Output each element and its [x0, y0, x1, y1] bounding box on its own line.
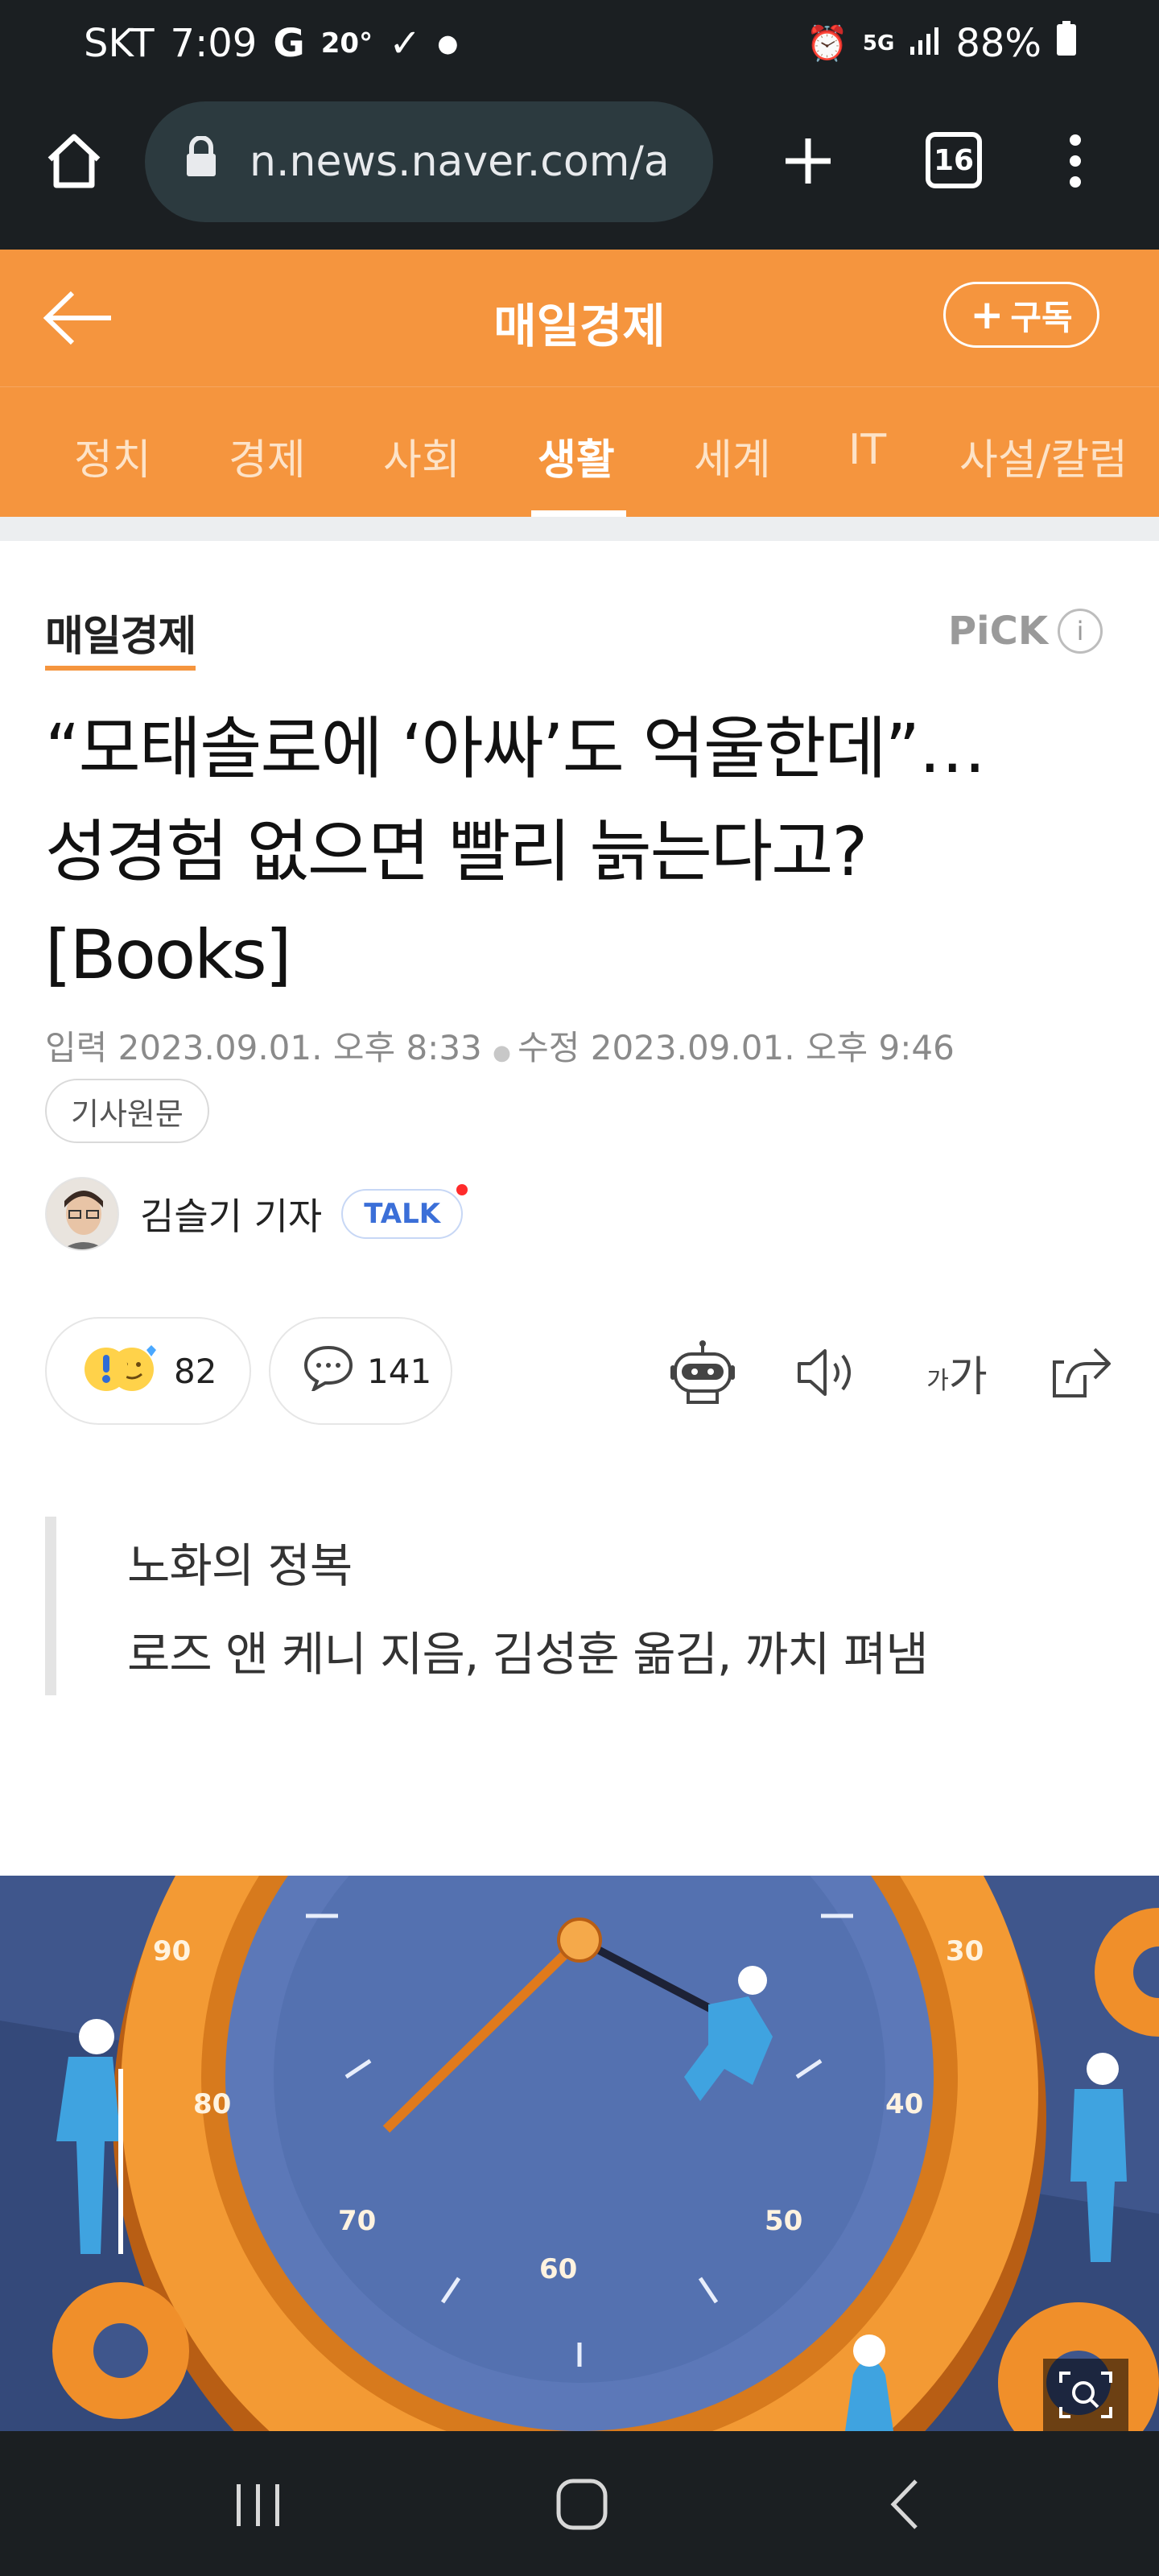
battery-icon	[1056, 21, 1077, 66]
clock: 7:09	[170, 21, 258, 66]
new-tab-icon[interactable]	[776, 129, 840, 193]
tab-life[interactable]: 생활	[538, 426, 615, 486]
dial-label: 50	[765, 2205, 802, 2237]
article-illustration[interactable]: 90 80 70 60 50 40 30	[0, 1876, 1159, 2431]
alarm-icon: ⏰	[806, 23, 848, 63]
press-header: 매일경제 + 구독	[0, 250, 1159, 386]
robot-summary-icon[interactable]	[666, 1336, 739, 1409]
headline-line: 성경험 없으면 빨리 늙는다고?	[45, 812, 868, 891]
published-label: 입력	[45, 1028, 108, 1067]
network-type: 5G	[862, 31, 895, 56]
reporter-avatar[interactable]	[45, 1177, 119, 1251]
back-button-icon[interactable]	[885, 2476, 926, 2533]
info-icon[interactable]: i	[1058, 609, 1103, 654]
temperature: 20°	[320, 27, 373, 60]
article-headline: “모태솔로에 ‘아싸’도 억울한데”… 성경험 없으면 빨리 늙는다고? [Bo…	[45, 697, 1124, 1006]
headline-line: [Books]	[45, 915, 291, 994]
reporter-name[interactable]: 김슬기 기자	[140, 1187, 322, 1241]
subscribe-button[interactable]: + 구독	[943, 282, 1099, 348]
tab-society[interactable]: 사회	[383, 426, 460, 486]
browser-toolbar: n.news.naver.com/a 16	[0, 97, 1159, 250]
font-size-button[interactable]: 가 가	[913, 1336, 1001, 1409]
dial-label: 90	[153, 1935, 191, 1967]
tab-switcher-button[interactable]: 16	[926, 132, 982, 188]
original-article-button[interactable]: 기사원문	[45, 1079, 209, 1143]
modified-date: 2023.09.01. 오후 9:46	[590, 1028, 955, 1067]
lock-icon	[185, 134, 217, 188]
tab-politics[interactable]: 정치	[74, 426, 151, 486]
url-text: n.news.naver.com/a	[250, 138, 670, 186]
book-title: 노화의 정복	[127, 1538, 353, 1593]
talk-button[interactable]: TALK	[341, 1184, 468, 1239]
carrier: SKT	[84, 21, 155, 66]
tab-count: 16	[933, 143, 975, 177]
share-icon[interactable]	[1045, 1336, 1117, 1409]
comment-icon	[303, 1343, 354, 1399]
dial-label: 80	[193, 2088, 231, 2120]
book-info-quote: 노화의 정복 로즈 앤 케니 지음, 김성훈 옮김, 까치 펴냄	[45, 1517, 1107, 1695]
pick-badge[interactable]: PiCK i	[948, 609, 1103, 654]
modified-label: 수정	[518, 1028, 580, 1067]
comment-count: 141	[367, 1351, 432, 1391]
tab-economy[interactable]: 경제	[229, 426, 306, 486]
status-bar: SKT 7:09 G 20° ✓ ● ⏰ 5G 88%	[0, 0, 1159, 97]
speaker-icon[interactable]	[790, 1336, 863, 1409]
google-icon: G	[273, 21, 305, 66]
tab-world[interactable]: 세계	[694, 426, 771, 486]
separator-dot: ●	[493, 1041, 518, 1065]
talk-label: TALK	[364, 1198, 441, 1230]
address-bar[interactable]: n.news.naver.com/a	[145, 101, 713, 222]
signal-icon	[909, 21, 941, 66]
book-credits: 로즈 앤 케니 지음, 김성훈 옮김, 까치 펴냄	[127, 1627, 929, 1682]
image-zoom-icon[interactable]	[1043, 2359, 1128, 2431]
tab-it[interactable]: IT	[848, 426, 886, 474]
home-icon[interactable]	[42, 129, 106, 193]
reaction-emoji-icon	[82, 1339, 159, 1403]
reaction-button[interactable]: 82	[45, 1317, 251, 1425]
plus-icon: +	[970, 291, 1004, 338]
reaction-count: 82	[174, 1351, 217, 1391]
reporter-info: 김슬기 기자 TALK	[45, 1177, 468, 1251]
press-logo[interactable]: 매일경제	[45, 602, 196, 671]
notification-dot	[456, 1184, 468, 1195]
home-button-icon[interactable]	[554, 2476, 610, 2533]
battery-level: 88%	[955, 21, 1041, 66]
section-nav: 정치 경제 사회 생활 세계 IT 사설/칼럼	[0, 386, 1159, 518]
dial-label: 70	[338, 2205, 376, 2237]
dial-label: 40	[885, 2088, 923, 2120]
font-size-large: 가	[948, 1352, 988, 1402]
system-navigation-bar	[0, 2431, 1159, 2576]
pick-label: PiCK	[948, 609, 1049, 654]
tab-opinion[interactable]: 사설/칼럼	[959, 426, 1128, 486]
recent-apps-icon[interactable]	[230, 2479, 287, 2531]
font-size-small: 가	[926, 1367, 949, 1395]
check-icon: ✓	[389, 21, 422, 66]
headline-line: “모태솔로에 ‘아싸’도 억울한데”…	[45, 709, 986, 788]
dial-label: 30	[946, 1935, 984, 1967]
article-dates: 입력 2023.09.01. 오후 8:33 ● 수정 2023.09.01. …	[45, 1021, 955, 1070]
dot-icon: ●	[437, 29, 459, 58]
subscribe-label: 구독	[1010, 297, 1073, 337]
more-menu-icon[interactable]	[1056, 129, 1095, 193]
published-date: 2023.09.01. 오후 8:33	[118, 1028, 482, 1067]
comment-button[interactable]: 141	[269, 1317, 452, 1425]
dial-label: 60	[539, 2253, 577, 2285]
article-actions: 82 141 가 가	[0, 1317, 1159, 1426]
divider	[0, 517, 1159, 541]
